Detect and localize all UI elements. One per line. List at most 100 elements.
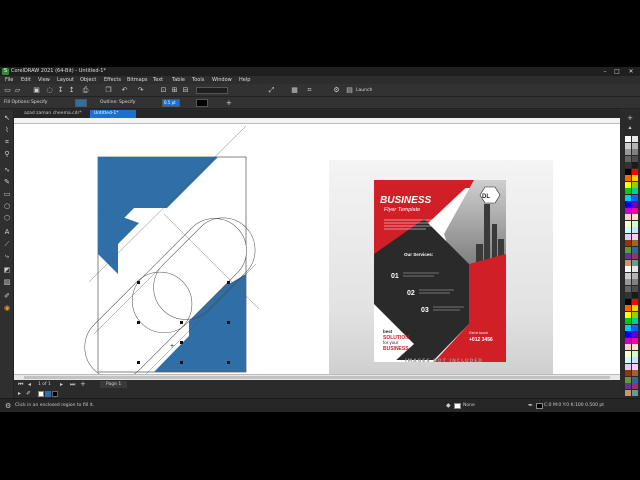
- palette-swatch[interactable]: [632, 318, 638, 324]
- print-icon[interactable]: ⎙: [82, 87, 89, 94]
- align-icon[interactable]: ⊞: [171, 87, 178, 94]
- prev-page-icon[interactable]: ◂: [28, 380, 31, 389]
- palette-swatch[interactable]: [625, 298, 631, 305]
- palette-swatch[interactable]: [632, 136, 638, 142]
- maximize-button[interactable]: □: [612, 67, 622, 76]
- palette-swatch[interactable]: [625, 357, 631, 363]
- settings-gear-icon[interactable]: ⚙: [5, 399, 11, 412]
- snap-icon[interactable]: ⊡: [160, 87, 167, 94]
- tab-azad-zaman-cheema[interactable]: azad zaman cheema.cdr*: [20, 110, 90, 118]
- palette-swatch[interactable]: [632, 227, 638, 233]
- palette-swatch[interactable]: [625, 207, 631, 214]
- copy-icon[interactable]: ❐: [105, 87, 112, 94]
- palette-swatch[interactable]: [625, 272, 631, 279]
- palette-swatch[interactable]: [632, 259, 638, 266]
- connector-tool-icon[interactable]: ⤷: [3, 252, 11, 260]
- palette-swatch[interactable]: [632, 383, 638, 389]
- palette-swatch[interactable]: [632, 207, 638, 214]
- outline-color-swatch[interactable]: [196, 99, 208, 107]
- palette-swatch[interactable]: [625, 168, 631, 175]
- blue-swatch[interactable]: [45, 391, 51, 397]
- menu-edit[interactable]: Edit: [21, 76, 31, 84]
- palette-swatch[interactable]: [632, 311, 638, 318]
- save-icon[interactable]: ▣: [33, 87, 40, 94]
- white-swatch[interactable]: [38, 391, 44, 397]
- add-preset-icon[interactable]: +: [226, 97, 232, 109]
- palette-swatch[interactable]: [625, 175, 631, 181]
- launch-icon[interactable]: ▤: [346, 87, 353, 94]
- horizontal-scroll-thumb[interactable]: [24, 376, 610, 379]
- shadow-tool-icon[interactable]: ◩: [3, 266, 11, 274]
- palette-swatch[interactable]: [625, 188, 631, 194]
- last-page-icon[interactable]: ⏭: [70, 380, 75, 389]
- palette-swatch[interactable]: [632, 376, 638, 383]
- pick-tool-icon[interactable]: ↖: [3, 114, 11, 122]
- import-icon[interactable]: ↧: [57, 87, 64, 94]
- search-content-icon[interactable]: ◌: [46, 87, 53, 94]
- palette-swatch[interactable]: [625, 142, 631, 149]
- menu-view[interactable]: View: [38, 76, 50, 84]
- eyedropper-icon[interactable]: ✐: [26, 389, 31, 398]
- menu-tools[interactable]: Tools: [192, 76, 204, 84]
- undo-icon[interactable]: ↶: [121, 87, 128, 94]
- palette-swatch[interactable]: [625, 162, 631, 168]
- palette-swatch[interactable]: [632, 142, 638, 149]
- palette-swatch[interactable]: [625, 233, 631, 240]
- fill-color-swatch[interactable]: [75, 99, 87, 107]
- menu-text[interactable]: Text: [153, 76, 163, 84]
- palette-scroll-up-icon[interactable]: ▴: [626, 124, 634, 132]
- palette-swatch[interactable]: [625, 363, 631, 370]
- palette-swatch[interactable]: [632, 175, 638, 181]
- new-document-icon[interactable]: ▭: [4, 87, 11, 94]
- palette-swatch[interactable]: [625, 279, 631, 285]
- page-1-tab[interactable]: Page 1: [100, 381, 128, 388]
- menu-window[interactable]: Window: [212, 76, 232, 84]
- menu-bitmaps[interactable]: Bitmaps: [127, 76, 148, 84]
- view-mode-icon[interactable]: ▦: [291, 87, 298, 94]
- palette-swatch[interactable]: [632, 194, 638, 201]
- text-tool-icon[interactable]: A: [3, 228, 11, 236]
- palette-swatch[interactable]: [632, 253, 638, 259]
- zoom-level-field[interactable]: [196, 87, 228, 94]
- menu-layout[interactable]: Layout: [57, 76, 74, 84]
- palette-swatch[interactable]: [625, 344, 631, 350]
- palette-swatch[interactable]: [632, 220, 638, 227]
- palette-swatch[interactable]: [632, 162, 638, 168]
- palette-swatch[interactable]: [625, 155, 631, 162]
- palette-swatch[interactable]: [632, 201, 638, 207]
- palette-swatch[interactable]: [632, 149, 638, 155]
- menu-effects[interactable]: Effects: [104, 76, 121, 84]
- launch-button[interactable]: Launch: [356, 84, 372, 97]
- transparency-tool-icon[interactable]: ▨: [3, 278, 11, 286]
- palette-swatch[interactable]: [625, 311, 631, 318]
- eyedropper-tool-icon[interactable]: ✐: [3, 292, 11, 300]
- palette-swatch[interactable]: [632, 214, 638, 220]
- menu-object[interactable]: Object: [80, 76, 96, 84]
- palette-swatch[interactable]: [632, 350, 638, 357]
- palette-menu-icon[interactable]: ▸: [18, 389, 21, 398]
- palette-swatch[interactable]: [632, 337, 638, 344]
- export-icon[interactable]: ↥: [68, 87, 75, 94]
- menu-table[interactable]: Table: [172, 76, 185, 84]
- palette-swatch[interactable]: [632, 181, 638, 188]
- palette-swatch[interactable]: [632, 155, 638, 162]
- palette-swatch[interactable]: [625, 324, 631, 331]
- palette-swatch[interactable]: [625, 389, 631, 396]
- palette-swatch[interactable]: [632, 363, 638, 370]
- palette-swatch[interactable]: [632, 240, 638, 246]
- palette-swatch[interactable]: [625, 266, 631, 272]
- palette-swatch[interactable]: [632, 188, 638, 194]
- parallel-dimension-icon[interactable]: ⟋: [3, 240, 11, 248]
- palette-swatch[interactable]: [625, 227, 631, 233]
- add-docker-icon[interactable]: +: [626, 114, 634, 122]
- snap-to-icon[interactable]: ⌗: [306, 87, 313, 94]
- palette-swatch[interactable]: [632, 279, 638, 285]
- drawing-canvas[interactable]: + DL BUSINESS Flyer Template Our Service…: [14, 124, 620, 374]
- palette-swatch[interactable]: [632, 344, 638, 350]
- palette-swatch[interactable]: [625, 149, 631, 155]
- minimize-button[interactable]: –: [600, 67, 610, 76]
- menu-file[interactable]: File: [5, 76, 13, 84]
- artistic-media-icon[interactable]: ✎: [3, 178, 11, 186]
- palette-swatch[interactable]: [625, 318, 631, 324]
- fill-options-dropdown[interactable]: Specify: [31, 97, 47, 109]
